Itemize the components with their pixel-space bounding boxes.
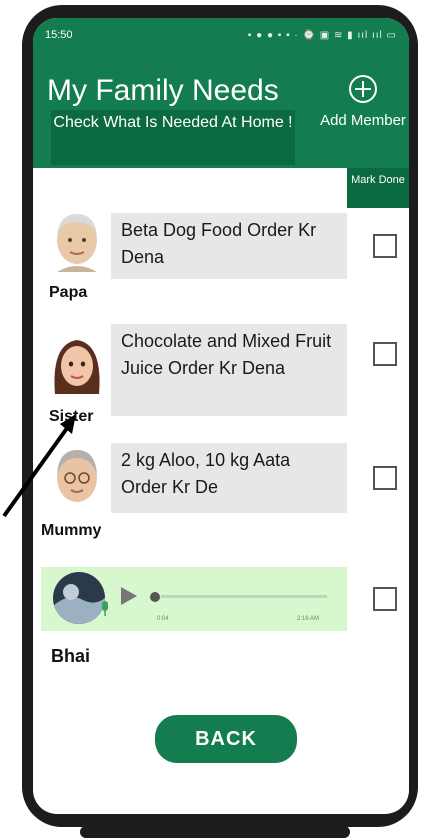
avatar-sister xyxy=(47,334,107,396)
page-subtitle: Check What Is Needed At Home ! xyxy=(51,110,295,165)
annotation-arrow xyxy=(2,414,76,518)
plus-circle-icon xyxy=(349,75,377,103)
add-member-label: Add Member xyxy=(320,112,406,129)
need-item: Chocolate and Mixed Fruit Juice Order Kr… xyxy=(111,324,347,416)
play-icon[interactable] xyxy=(121,587,137,605)
member-name: Bhai xyxy=(51,646,91,666)
avatar-bhai xyxy=(53,572,105,624)
avatar-papa xyxy=(47,210,107,272)
mark-done-header: Mark Done xyxy=(347,168,409,208)
back-button[interactable]: BACK xyxy=(155,715,297,763)
status-indicators: ▪ ● ● ▪ ▪ · ⌚ ▣ ≋ ▮ ııl ııl ▭ xyxy=(247,29,397,41)
audio-waveform[interactable] xyxy=(149,591,329,603)
done-checkbox[interactable] xyxy=(373,466,397,490)
done-checkbox[interactable] xyxy=(373,234,397,258)
phone-bottom-edge xyxy=(80,826,350,838)
need-item: 2 kg Aloo, 10 kg Aata Order Kr De xyxy=(111,443,347,513)
add-member-button[interactable]: Add Member xyxy=(317,74,409,166)
done-checkbox[interactable] xyxy=(373,342,397,366)
need-item: Beta Dog Food Order Kr Dena xyxy=(111,213,347,279)
app-header: 15:50 ▪ ● ● ▪ ▪ · ⌚ ▣ ≋ ▮ ııl ııl ▭ My F… xyxy=(33,18,409,168)
status-bar: 15:50 ▪ ● ● ▪ ▪ · ⌚ ▣ ≋ ▮ ııl ııl ▭ xyxy=(45,26,397,44)
voice-timestamp: 2:16 AM xyxy=(297,616,320,622)
page-title: My Family Needs xyxy=(47,74,279,107)
member-name: Mummy xyxy=(41,522,102,539)
member-name: Papa xyxy=(49,284,88,301)
voice-note[interactable]: 0:04 2:16 AM xyxy=(41,567,347,631)
microphone-icon xyxy=(102,601,108,616)
status-time: 15:50 xyxy=(45,29,73,41)
voice-elapsed: 0:04 xyxy=(157,616,169,622)
done-checkbox[interactable] xyxy=(373,587,397,611)
app-screen: 15:50 ▪ ● ● ▪ ▪ · ⌚ ▣ ≋ ▮ ııl ııl ▭ My F… xyxy=(33,18,409,814)
